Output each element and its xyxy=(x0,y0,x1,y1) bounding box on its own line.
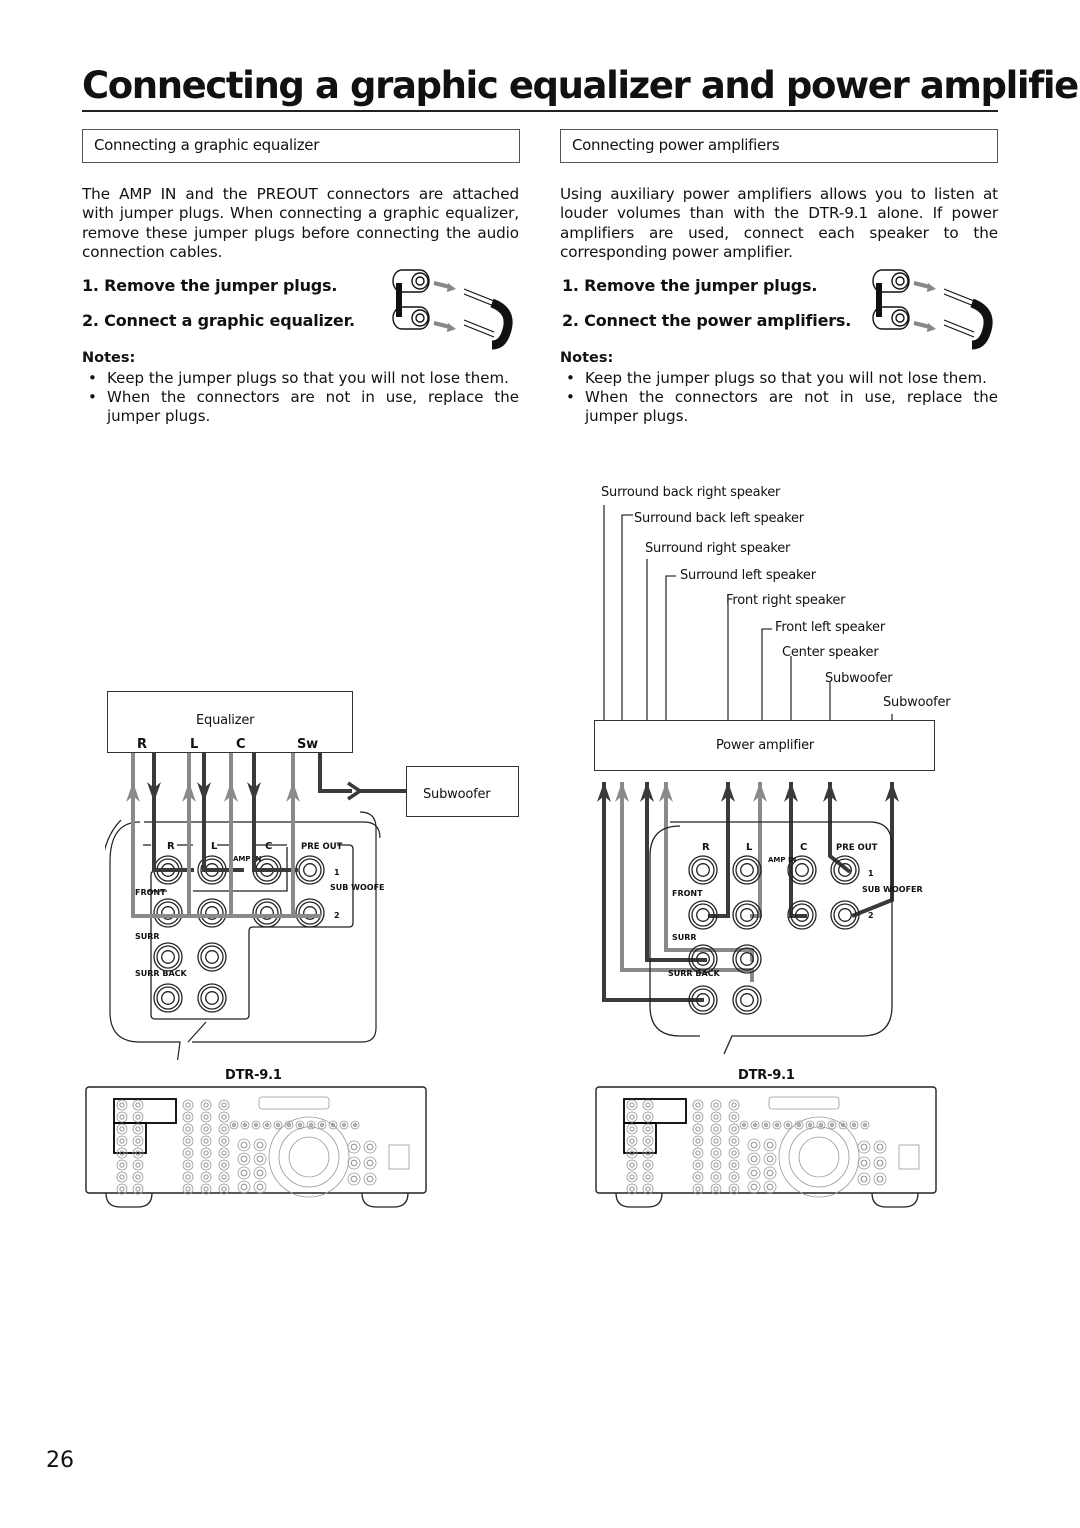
jumper-plug-icon xyxy=(872,269,993,350)
rca-jack xyxy=(153,942,183,972)
rca-jack xyxy=(838,908,852,922)
rca-jack xyxy=(197,942,227,972)
rca-jack xyxy=(735,858,759,882)
rca-jack xyxy=(790,858,814,882)
rca-jack xyxy=(200,945,224,969)
rca-jack xyxy=(161,950,175,964)
page-title: Connecting a graphic equalizer and power… xyxy=(82,64,1080,107)
rca-jack xyxy=(156,945,180,969)
equalizer-cables xyxy=(126,753,321,918)
amp-step-1: 1. Remove the jumper plugs. xyxy=(562,276,818,295)
rca-jack xyxy=(696,863,710,877)
jumper-plug-icon xyxy=(392,269,513,350)
panel-label-front: FRONT xyxy=(672,889,703,898)
note-item: Keep the jumper plugs so that you will n… xyxy=(82,369,519,388)
power-amp-connection-diagram: R L C PRE OUT AMP IN FRONT SURR SURR BAC… xyxy=(597,782,923,1055)
rca-jack xyxy=(156,986,180,1010)
panel-label-surr: SURR xyxy=(672,933,697,942)
receiver-rear-panel xyxy=(595,1086,937,1208)
device-label-right: DTR-9.1 xyxy=(738,1068,795,1083)
receiver-rear-panel xyxy=(85,1086,427,1208)
equalizer-label: Equalizer xyxy=(196,713,255,728)
equalizer-intro: The AMP IN and the PREOUT connectors are… xyxy=(82,185,519,261)
rca-jack xyxy=(732,985,762,1015)
eq-step-2: 2. Connect a graphic equalizer. xyxy=(82,311,355,330)
note-item: Keep the jumper plugs so that you will n… xyxy=(560,369,998,388)
note-item: When the connectors are not in use, repl… xyxy=(560,388,998,426)
section-heading-power-amps: Connecting power amplifiers xyxy=(560,129,998,163)
rca-jack xyxy=(205,950,219,964)
rca-jack xyxy=(696,908,710,922)
rca-jack xyxy=(732,855,762,885)
rca-jack xyxy=(735,988,759,1012)
rca-jack xyxy=(200,986,224,1010)
panel-label-1: 1 xyxy=(868,869,874,878)
rca-jack xyxy=(691,858,715,882)
rca-jack xyxy=(197,983,227,1013)
eq-step-1: 1. Remove the jumper plugs. xyxy=(82,276,338,295)
rca-jack xyxy=(740,993,754,1007)
amp-notes-heading: Notes: xyxy=(560,350,614,366)
panel-label-surr-back: SURR BACK xyxy=(135,969,188,978)
panel-label-surr: SURR xyxy=(135,932,160,941)
panel-label-2: 2 xyxy=(868,911,874,920)
rca-jack xyxy=(740,863,754,877)
panel-label-r: R xyxy=(702,842,710,853)
rca-jack xyxy=(688,855,718,885)
rca-jack xyxy=(795,863,809,877)
rca-jack xyxy=(161,991,175,1005)
power-amp-intro: Using auxiliary power amplifiers allows … xyxy=(560,185,998,261)
panel-label-c: C xyxy=(800,842,807,853)
panel-label-pre-out: PRE OUT xyxy=(836,843,878,853)
amp-step-2: 2. Connect the power amplifiers. xyxy=(562,311,852,330)
section-heading-equalizer: Connecting a graphic equalizer xyxy=(82,129,520,163)
note-item: When the connectors are not in use, repl… xyxy=(82,388,519,426)
page-number: 26 xyxy=(46,1448,74,1473)
eq-notes-list: Keep the jumper plugs so that you will n… xyxy=(82,369,519,426)
amp-notes-list: Keep the jumper plugs so that you will n… xyxy=(560,369,998,426)
rca-jack xyxy=(153,983,183,1013)
power-amplifier-label: Power amplifier xyxy=(716,738,815,753)
title-divider xyxy=(82,110,998,112)
rca-jack xyxy=(205,991,219,1005)
panel-label-sub-woofer: SUB WOOFER xyxy=(862,885,923,894)
panel-label-l: L xyxy=(746,842,753,853)
eq-notes-heading: Notes: xyxy=(82,350,136,366)
device-label-left: DTR-9.1 xyxy=(225,1068,282,1083)
